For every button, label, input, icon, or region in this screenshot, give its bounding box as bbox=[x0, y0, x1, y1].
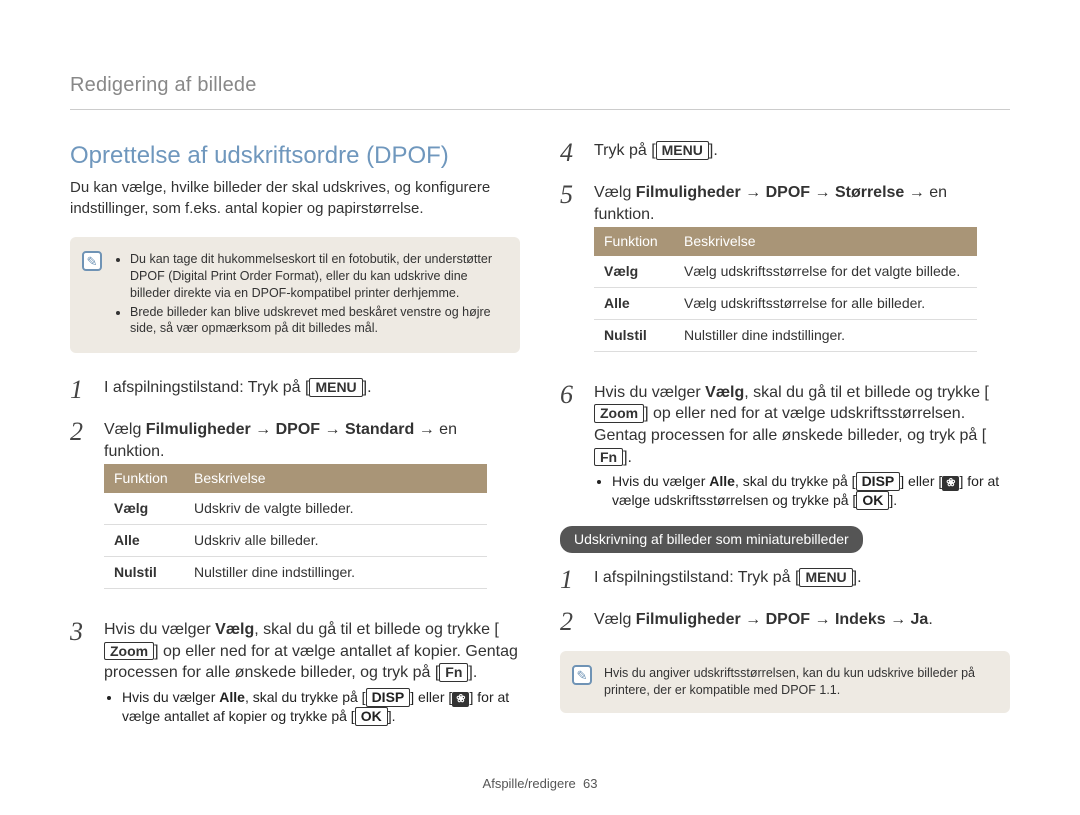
step-number: 1 bbox=[70, 377, 92, 403]
table-row: VælgVælg udskriftsstørrelse for det valg… bbox=[594, 256, 977, 287]
step-number: 2 bbox=[70, 419, 92, 603]
step-number: 5 bbox=[560, 182, 582, 366]
menu-key: MENU bbox=[799, 568, 852, 587]
right-column: 4 Tryk på [MENU]. 5 Vælg Filmuligheder →… bbox=[560, 140, 1010, 742]
intro-para: Du kan vælge, hvilke billeder der skal u… bbox=[70, 178, 520, 219]
step-number: 4 bbox=[560, 140, 582, 166]
note-icon: ✎ bbox=[82, 251, 102, 271]
table-row: AlleUdskriv alle billeder. bbox=[104, 525, 487, 557]
step-body: Vælg Filmuligheder → DPOF → Størrelse → … bbox=[594, 182, 1010, 366]
disp-key: DISP bbox=[856, 472, 901, 491]
page-footer: Afspille/redigere 63 bbox=[0, 775, 1080, 793]
table-row: NulstilNulstiller dine indstillinger. bbox=[594, 319, 977, 351]
step-body: I afspilningstilstand: Tryk på [MENU]. bbox=[594, 567, 1010, 593]
table-row: NulstilNulstiller dine indstillinger. bbox=[104, 557, 487, 589]
step-body: Hvis du vælger Vælg, skal du gå til et b… bbox=[104, 619, 520, 726]
step-body: Tryk på [MENU]. bbox=[594, 140, 1010, 166]
step-number: 3 bbox=[70, 619, 92, 726]
macro-key: ❀ bbox=[452, 692, 469, 707]
options-table-right: FunktionBeskrivelse VælgVælg udskriftsst… bbox=[594, 227, 977, 352]
menu-key: MENU bbox=[656, 141, 709, 160]
macro-key: ❀ bbox=[942, 476, 959, 491]
table-row: VælgUdskriv de valgte billeder. bbox=[104, 493, 487, 524]
fn-key: Fn bbox=[594, 448, 623, 467]
note-icon: ✎ bbox=[572, 665, 592, 685]
note-box-bottom: ✎ Hvis du angiver udskriftsstørrelsen, k… bbox=[560, 651, 1010, 713]
sub-section-pill: Udskrivning af billeder som miniaturebil… bbox=[560, 526, 863, 553]
note-box-top: ✎ Du kan tage dit hukommelseskort til en… bbox=[70, 237, 520, 353]
page-header: Redigering af billede bbox=[70, 72, 1010, 110]
step-body: Vælg Filmuligheder → DPOF → Indeks → Ja. bbox=[594, 609, 1010, 635]
options-table-left: FunktionBeskrivelse VælgUdskriv de valgt… bbox=[104, 464, 487, 589]
note-item: Brede billeder kan blive udskrevet med b… bbox=[130, 304, 504, 338]
step-body: Hvis du vælger Vælg, skal du gå til et b… bbox=[594, 382, 1010, 510]
step-number: 6 bbox=[560, 382, 582, 510]
step-number: 1 bbox=[560, 567, 582, 593]
note-item: Du kan tage dit hukommelseskort til en f… bbox=[130, 251, 504, 302]
step-body: I afspilningstilstand: Tryk på [MENU]. bbox=[104, 377, 520, 403]
zoom-key: Zoom bbox=[594, 404, 644, 423]
ok-key: OK bbox=[355, 707, 388, 726]
disp-key: DISP bbox=[366, 688, 411, 707]
section-title: Oprettelse af udskriftsordre (DPOF) bbox=[70, 140, 520, 172]
fn-key: Fn bbox=[439, 663, 468, 682]
step-body: Vælg Filmuligheder → DPOF → Standard → e… bbox=[104, 419, 520, 603]
step-number: 2 bbox=[560, 609, 582, 635]
menu-key: MENU bbox=[309, 378, 362, 397]
sub-bullet: Hvis du vælger Alle, skal du trykke på [… bbox=[612, 472, 1010, 510]
note-text: Hvis du angiver udskriftsstørrelsen, kan… bbox=[604, 665, 994, 699]
zoom-key: Zoom bbox=[104, 642, 154, 661]
sub-bullet: Hvis du vælger Alle, skal du trykke på [… bbox=[122, 688, 520, 726]
table-row: AlleVælg udskriftsstørrelse for alle bil… bbox=[594, 287, 977, 319]
ok-key: OK bbox=[856, 491, 889, 510]
left-column: Oprettelse af udskriftsordre (DPOF) Du k… bbox=[70, 140, 520, 742]
